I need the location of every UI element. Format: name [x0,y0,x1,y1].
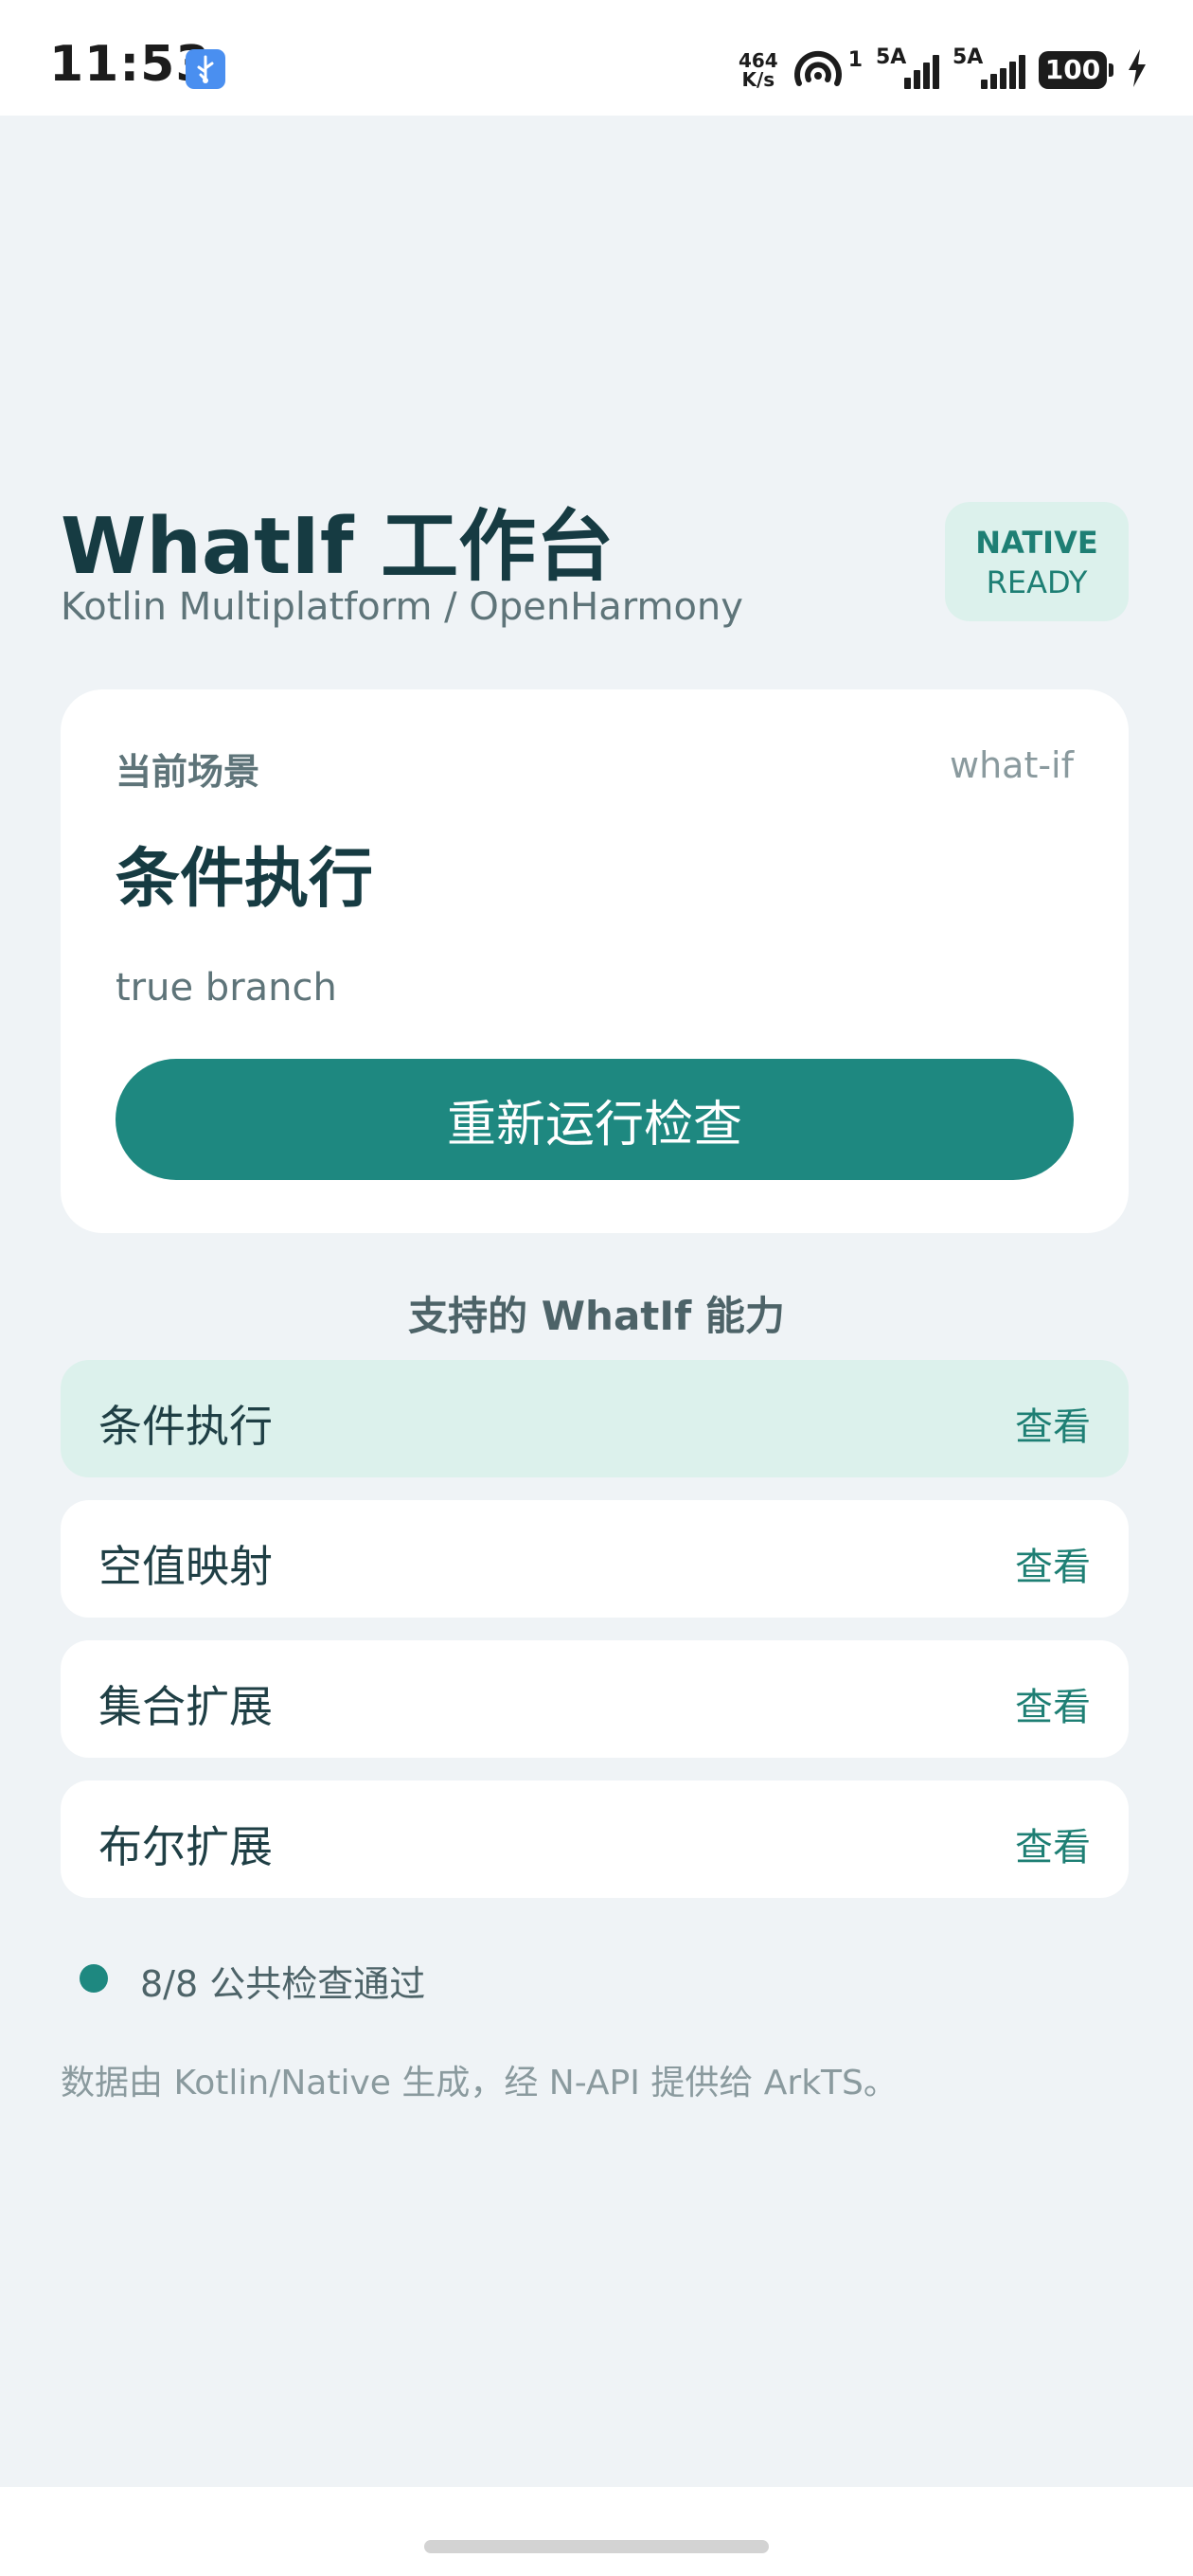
network-speed-unit: K/s [741,68,775,91]
badge-line-1: NATIVE [975,525,1098,561]
view-link[interactable]: 查看 [1015,1676,1091,1731]
signal-icon-sim2: 5A [953,45,1025,89]
home-indicator[interactable] [424,2540,769,2553]
usb-icon [186,49,225,89]
sim2-network-type: 5A [953,45,984,69]
capability-item-null-mapping[interactable]: 空值映射 查看 [61,1500,1129,1618]
sim1-network-type: 5A [876,45,907,69]
capability-item-conditional[interactable]: 条件执行 查看 [61,1360,1129,1477]
hotspot-icon [792,45,845,95]
network-speed: 464 K/s [739,51,778,89]
capability-item-collection-ext[interactable]: 集合扩展 查看 [61,1640,1129,1758]
battery-icon: 100 [1039,51,1113,89]
scenario-title: 条件执行 [116,842,374,917]
status-indicators: 464 K/s 1 5A 5A 100 [739,42,1148,98]
capability-name: 条件执行 [98,1401,273,1452]
signal-icon-sim1: 5A [876,45,939,89]
badge-line-2: READY [986,564,1088,600]
capabilities-heading: 支持的 WhatIf 能力 [408,1293,785,1339]
capability-item-boolean-ext[interactable]: 布尔扩展 查看 [61,1780,1129,1898]
current-scenario-card: 当前场景 what-if 条件执行 true branch 重新运行检查 [61,689,1129,1233]
view-link[interactable]: 查看 [1015,1816,1091,1871]
capability-name: 集合扩展 [98,1681,273,1732]
footer-note: 数据由 Kotlin/Native 生成，经 N-API 提供给 ArkTS。 [61,2064,898,2102]
page-title: WhatIf 工作台 [61,502,614,592]
battery-level: 100 [1039,51,1107,89]
scenario-tag: what-if [950,744,1074,786]
bottom-bar [0,2487,1193,2576]
scenario-result: true branch [116,966,337,1010]
rerun-check-button[interactable]: 重新运行检查 [116,1059,1074,1180]
hotspot-count: 1 [847,47,863,72]
status-dot-icon [80,1964,108,1993]
network-speed-value: 464 [738,49,778,72]
charging-icon [1127,49,1148,91]
page-subtitle: Kotlin Multiplatform / OpenHarmony [61,585,743,629]
view-link[interactable]: 查看 [1015,1536,1091,1591]
capability-name: 布尔扩展 [98,1821,273,1872]
capability-name: 空值映射 [98,1541,273,1592]
native-ready-badge: NATIVE READY [945,502,1129,621]
status-bar: 11:53 464 K/s 1 5A 5A 100 [0,0,1193,116]
view-link[interactable]: 查看 [1015,1396,1091,1451]
check-status-text: 8/8 公共检查通过 [140,1963,426,2005]
scenario-label: 当前场景 [116,751,260,793]
